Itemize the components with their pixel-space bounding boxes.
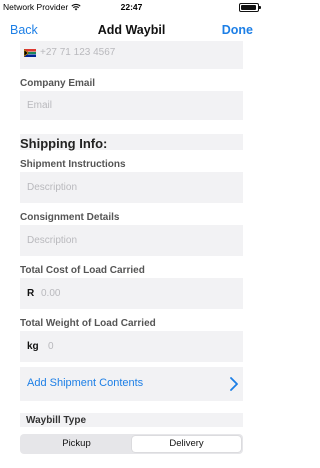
currency-prefix: R [27, 288, 35, 299]
battery-icon [239, 3, 261, 12]
add-shipment-contents-label: Add Shipment Contents [27, 377, 144, 389]
company-email-placeholder[interactable]: Email [27, 100, 52, 111]
status-bar: Network Provider 22:47 [0, 0, 263, 14]
consignment-details-label: Consignment Details [20, 212, 120, 223]
phone-placeholder: 71 123 4567 [59, 47, 116, 58]
add-shipment-contents-button[interactable]: Add Shipment Contents [20, 367, 243, 401]
section-title: Shipping Info: [20, 136, 108, 151]
segment-delivery[interactable]: Delivery [132, 436, 241, 452]
shipment-instructions-placeholder[interactable]: Description [27, 182, 77, 193]
total-weight-placeholder[interactable]: 0 [48, 341, 54, 352]
total-weight-label: Total Weight of Load Carried [20, 318, 156, 329]
done-button[interactable]: Done [222, 23, 253, 37]
total-cost-label: Total Cost of Load Carried [20, 265, 145, 276]
shipment-instructions-label: Shipment Instructions [20, 159, 126, 170]
chevron-right-icon [230, 377, 238, 391]
waybill-type-label: Waybill Type [26, 415, 87, 426]
consignment-details-placeholder[interactable]: Description [27, 235, 77, 246]
phone-country-code: +27 [40, 47, 57, 58]
company-email-label: Company Email [20, 78, 96, 89]
weight-unit-prefix: kg [27, 341, 39, 352]
segment-pickup[interactable]: Pickup [22, 436, 131, 452]
south-africa-flag-icon[interactable] [24, 49, 36, 57]
phone-input[interactable]: +27 71 123 4567 [40, 47, 115, 58]
status-time: 22:47 [120, 2, 143, 12]
total-cost-placeholder[interactable]: 0.00 [41, 288, 60, 299]
waybill-type-segmented-control: Pickup Delivery [20, 434, 243, 454]
company-email-field[interactable] [20, 91, 243, 120]
